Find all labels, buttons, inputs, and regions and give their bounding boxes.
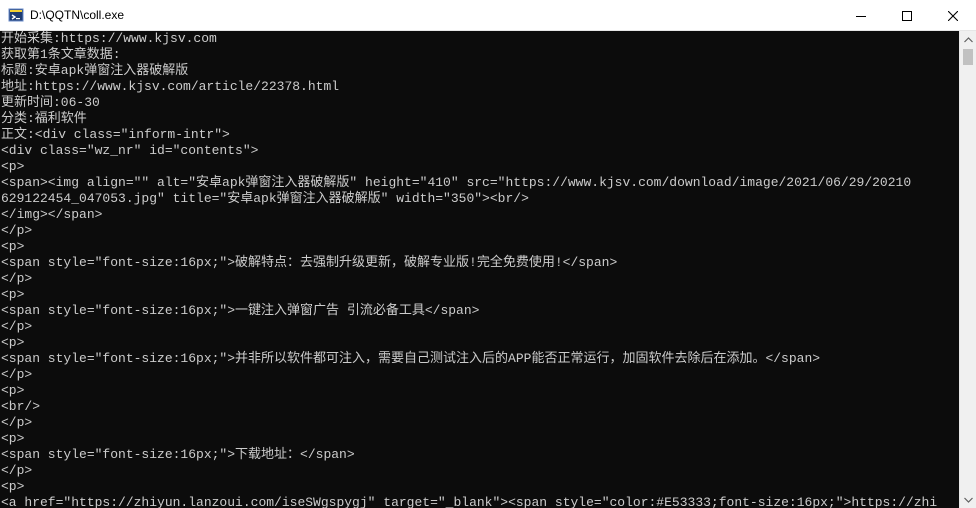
chevron-down-icon bbox=[964, 497, 973, 503]
console-line: <p> bbox=[1, 431, 25, 446]
vertical-scrollbar[interactable] bbox=[959, 31, 976, 508]
close-button[interactable] bbox=[930, 0, 976, 31]
console-line: </p> bbox=[1, 319, 33, 334]
maximize-button[interactable] bbox=[884, 0, 930, 31]
console-line: </p> bbox=[1, 271, 33, 286]
console-line: <div class="wz_nr" id="contents"> bbox=[1, 143, 259, 158]
console-line: <p> bbox=[1, 159, 25, 174]
console-line: </p> bbox=[1, 223, 33, 238]
console-line: <p> bbox=[1, 479, 25, 494]
console-app-icon bbox=[8, 7, 24, 23]
window-title: D:\QQTN\coll.exe bbox=[30, 8, 125, 22]
scrollbar-thumb[interactable] bbox=[963, 49, 973, 65]
console-line: <span style="font-size:16px;">破解特点：去强制升级… bbox=[1, 255, 618, 270]
console-line: <span style="font-size:16px;">下载地址：</spa… bbox=[1, 447, 355, 462]
console-line: 629122454_047053.jpg" title="安卓apk弹窗注入器破… bbox=[1, 191, 529, 206]
console-line: <p> bbox=[1, 287, 25, 302]
console-line: <span><img align="" alt="安卓apk弹窗注入器破解版" … bbox=[1, 175, 912, 190]
console-line: 正文:<div class="inform-intr"> bbox=[1, 127, 230, 142]
minimize-icon bbox=[856, 15, 866, 17]
minimize-button[interactable] bbox=[838, 0, 884, 31]
console-line: </p> bbox=[1, 415, 33, 430]
title-bar[interactable]: D:\QQTN\coll.exe bbox=[0, 0, 976, 31]
console-line: 地址:https://www.kjsv.com/article/22378.ht… bbox=[1, 79, 340, 94]
scroll-up-button[interactable] bbox=[960, 31, 976, 48]
console-line: 开始采集:https://www.kjsv.com bbox=[1, 31, 217, 46]
console-line: </p> bbox=[1, 463, 33, 478]
console-line: 更新时间:06-30 bbox=[1, 95, 100, 110]
chevron-up-icon bbox=[964, 36, 973, 42]
console-line: <p> bbox=[1, 239, 25, 254]
scroll-down-button[interactable] bbox=[960, 491, 976, 508]
console-line: <p> bbox=[1, 383, 25, 398]
console-line: <span style="font-size:16px;">并非所以软件都可注入… bbox=[1, 351, 821, 366]
console-line: <a href="https://zhiyun.lanzoui.com/iseS… bbox=[1, 495, 938, 508]
close-icon bbox=[948, 10, 958, 21]
console-window: D:\QQTN\coll.exe 开始采集:https://www.kjsv.c… bbox=[0, 0, 976, 508]
console-line: <span style="font-size:16px;">一键注入弹窗广告 引… bbox=[1, 303, 480, 318]
console-line: </p> bbox=[1, 367, 33, 382]
console-line: 标题:安卓apk弹窗注入器破解版 bbox=[1, 63, 189, 78]
console-line: 分类:福利软件 bbox=[1, 111, 87, 126]
maximize-icon bbox=[902, 10, 912, 21]
console-line: </img></span> bbox=[1, 207, 103, 222]
console-line: <p> bbox=[1, 335, 25, 350]
console-line: 获取第1条文章数据: bbox=[1, 47, 121, 62]
window-controls bbox=[838, 0, 976, 31]
console-output[interactable]: 开始采集:https://www.kjsv.com 获取第1条文章数据: 标题:… bbox=[0, 31, 959, 508]
console-line: <br/> bbox=[1, 399, 41, 414]
